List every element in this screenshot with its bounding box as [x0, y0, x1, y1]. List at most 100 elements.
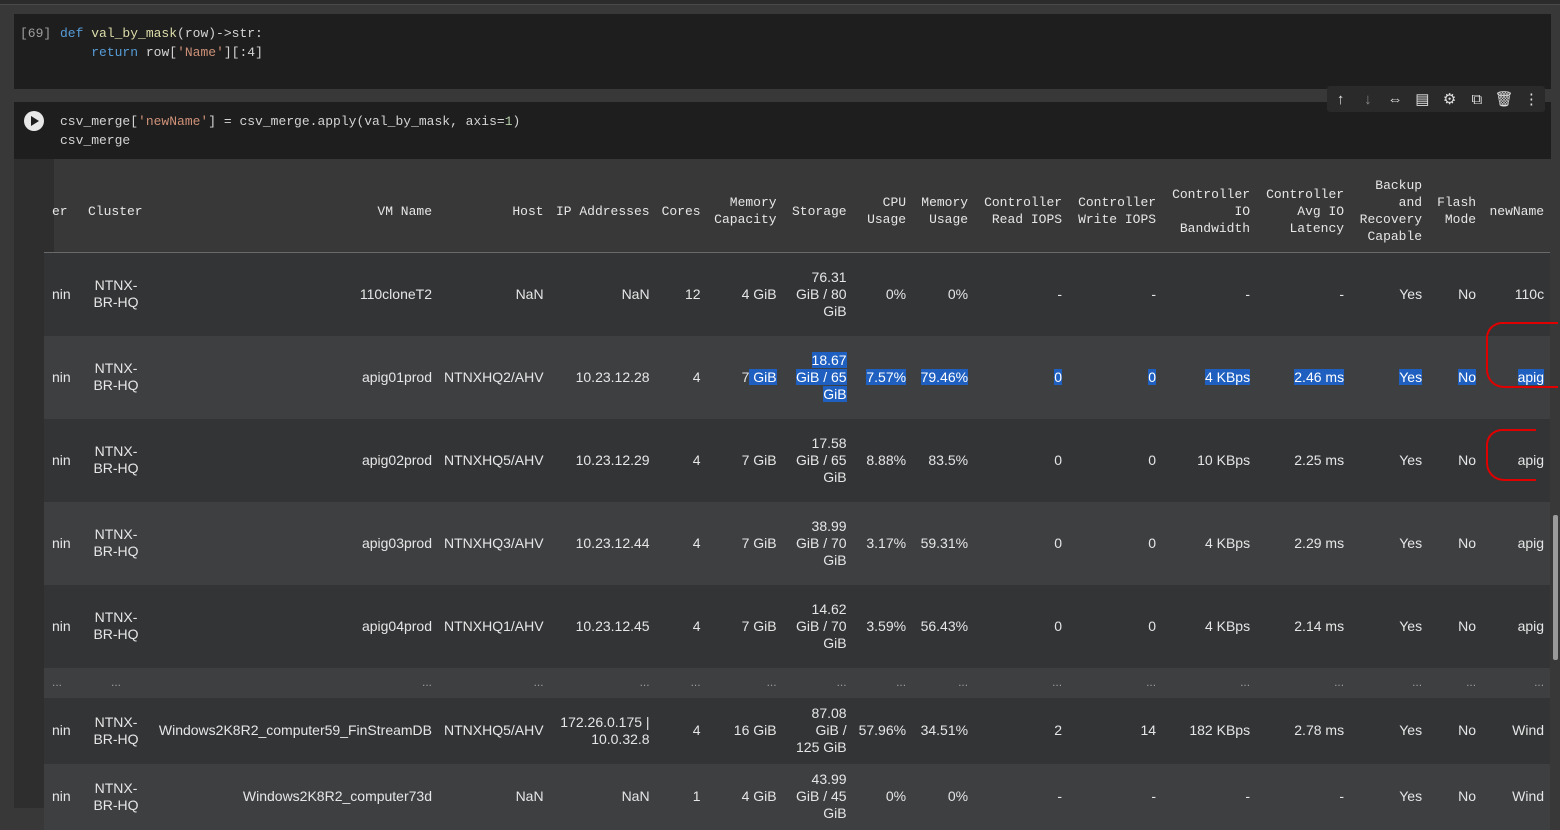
cell: Yes [1399, 534, 1423, 551]
arrow-down-icon[interactable]: ↓ [1356, 91, 1380, 108]
line1-a: csv_merge[ [60, 114, 139, 129]
cell: 8.88% [866, 451, 907, 468]
cell: 3.17% [866, 534, 907, 551]
cell: Yes [1399, 617, 1423, 634]
cell: 2.78 ms [1294, 722, 1345, 738]
cell: NTNX-BR-HQ [93, 443, 139, 476]
comment-icon[interactable]: ▤ [1410, 90, 1434, 108]
link-icon[interactable]: ⇔ [1383, 91, 1407, 108]
cell: - [1151, 788, 1157, 804]
cell: ... [958, 675, 969, 689]
table-row: nin NTNX-BR-HQ apig03prod NTNXHQ3/AHV 10… [44, 501, 1551, 585]
return-keyword: return [91, 45, 139, 60]
run-cell-button[interactable] [24, 111, 44, 131]
cell: 79.46% [912, 336, 974, 419]
top-divider [0, 0, 1560, 5]
cell: 4 [692, 451, 701, 468]
cell: Windows2K8R2_computer59_FinStreamDB [158, 722, 432, 738]
cell: NTNXHQ2/AHV [444, 368, 544, 385]
code-cell-1[interactable]: [69] def val_by_mask(row)->str: return r… [14, 14, 1551, 89]
code-editor-2[interactable]: csv_merge['newName'] = csv_merge.apply(v… [60, 112, 520, 150]
cell: NaN [515, 285, 544, 302]
col-header: Memory Capacity [706, 170, 783, 253]
cell: 0% [947, 285, 969, 302]
table-row: nin NTNX-BR-HQ apig04prod NTNXHQ1/AHV 10… [44, 584, 1551, 668]
cell: ... [896, 675, 907, 689]
cell: 4 GiB [741, 285, 777, 302]
cell: No [1458, 617, 1477, 634]
cell: 0 [1054, 451, 1063, 468]
scrollbar-thumb[interactable] [1553, 515, 1558, 660]
cell: nin [52, 788, 71, 804]
cell: 16 GiB [733, 722, 777, 738]
cell: 12 [685, 285, 701, 302]
line1-b: ] = csv_merge.apply(val_by_mask, axis= [208, 114, 505, 129]
selected-text: 0 [1054, 368, 1063, 385]
col-header: er [44, 170, 82, 253]
cell-prompt: [69] [20, 26, 52, 41]
selected-text: No [1458, 368, 1477, 385]
table-row: nin NTNX-BR-HQ Windows2K8R2_computer59_F… [44, 697, 1551, 764]
dataframe-table: er Cluster VM Name Host IP Addresses Cor… [44, 170, 1551, 830]
cell: 76.31 GiB / 80 GiB [796, 268, 847, 319]
col-header: Cluster [82, 170, 150, 253]
arrow-up-icon[interactable]: ↑ [1329, 91, 1353, 108]
line1-c: ) [512, 114, 521, 129]
cell: 7 GiB [741, 534, 777, 551]
cell: NaN [621, 285, 650, 302]
cell: No [1458, 722, 1477, 738]
cell: Wind [1512, 722, 1545, 738]
cell: ... [1052, 675, 1063, 689]
cell: 10.23.12.45 [575, 617, 650, 634]
cell: 10.23.12.28 [575, 368, 650, 385]
cell: 0% [885, 788, 907, 804]
col-header: Backup and Recovery Capable [1350, 170, 1429, 253]
cell: 0% [885, 285, 907, 302]
col-header: Controller Write IOPS [1068, 170, 1163, 253]
more-icon[interactable]: ⋮ [1519, 90, 1543, 108]
mirror-cell-icon[interactable]: ⧉ [1465, 91, 1489, 108]
trash-icon[interactable]: 🗑 [1492, 90, 1516, 108]
cell: 0 [1148, 617, 1157, 634]
cell: 18.67 GiB / 65 GiB [783, 336, 853, 419]
cell: NTNX-BR-HQ [93, 526, 139, 559]
col-header: Controller IO Bandwidth [1162, 170, 1257, 253]
cell: ... [1146, 675, 1157, 689]
cell: 4 KBps [1204, 617, 1251, 634]
cell: 34.51% [920, 722, 969, 738]
code-editor-1[interactable]: def val_by_mask(row)->str: return row['N… [60, 24, 263, 62]
line1-string: 'newName' [138, 114, 209, 129]
cell: No [1458, 451, 1477, 468]
table-row: nin NTNX-BR-HQ apig01prod NTNXHQ2/AHV 10… [44, 335, 1551, 419]
cell: NTNXHQ5/AHV [444, 451, 544, 468]
red-annotation-circle [1486, 322, 1558, 388]
selected-text: 79.46% [920, 368, 969, 385]
cell: 43.99 GiB / 45 GiB [796, 771, 847, 821]
cell: 2.29 ms [1294, 534, 1345, 551]
table-row: nin NTNX-BR-HQ 110cloneT2 NaN NaN 12 4 G… [44, 252, 1551, 336]
cell: Yes [1350, 336, 1428, 419]
cell: NTNX-BR-HQ [93, 713, 139, 747]
cell: 14 [1140, 722, 1157, 738]
col-header: Controller Read IOPS [974, 170, 1069, 253]
cell: 4 GiB [741, 788, 777, 804]
cell: No [1428, 336, 1482, 419]
cell: - [1057, 285, 1063, 302]
col-header: Host [438, 170, 550, 253]
cell: nin [52, 285, 71, 302]
cell: 4 [692, 368, 701, 385]
cell: ... [110, 675, 121, 689]
cell: apig02prod [361, 451, 432, 468]
cell: NTNXHQ3/AHV [444, 534, 544, 551]
code-cell-2[interactable]: csv_merge['newName'] = csv_merge.apply(v… [14, 102, 1551, 159]
table-row: nin NTNX-BR-HQ apig02prod NTNXHQ5/AHV 10… [44, 418, 1551, 502]
cell: 0 [1054, 534, 1063, 551]
cell: 1 [692, 788, 701, 804]
gear-icon[interactable]: ⚙ [1438, 90, 1462, 108]
cell: No [1458, 788, 1477, 804]
cell: apig04prod [361, 617, 432, 634]
function-params: (row)->str: [177, 26, 263, 41]
cell: NTNX-BR-HQ [93, 277, 139, 311]
cell: - [1339, 285, 1345, 302]
cell: 182 KBps [1189, 722, 1251, 738]
